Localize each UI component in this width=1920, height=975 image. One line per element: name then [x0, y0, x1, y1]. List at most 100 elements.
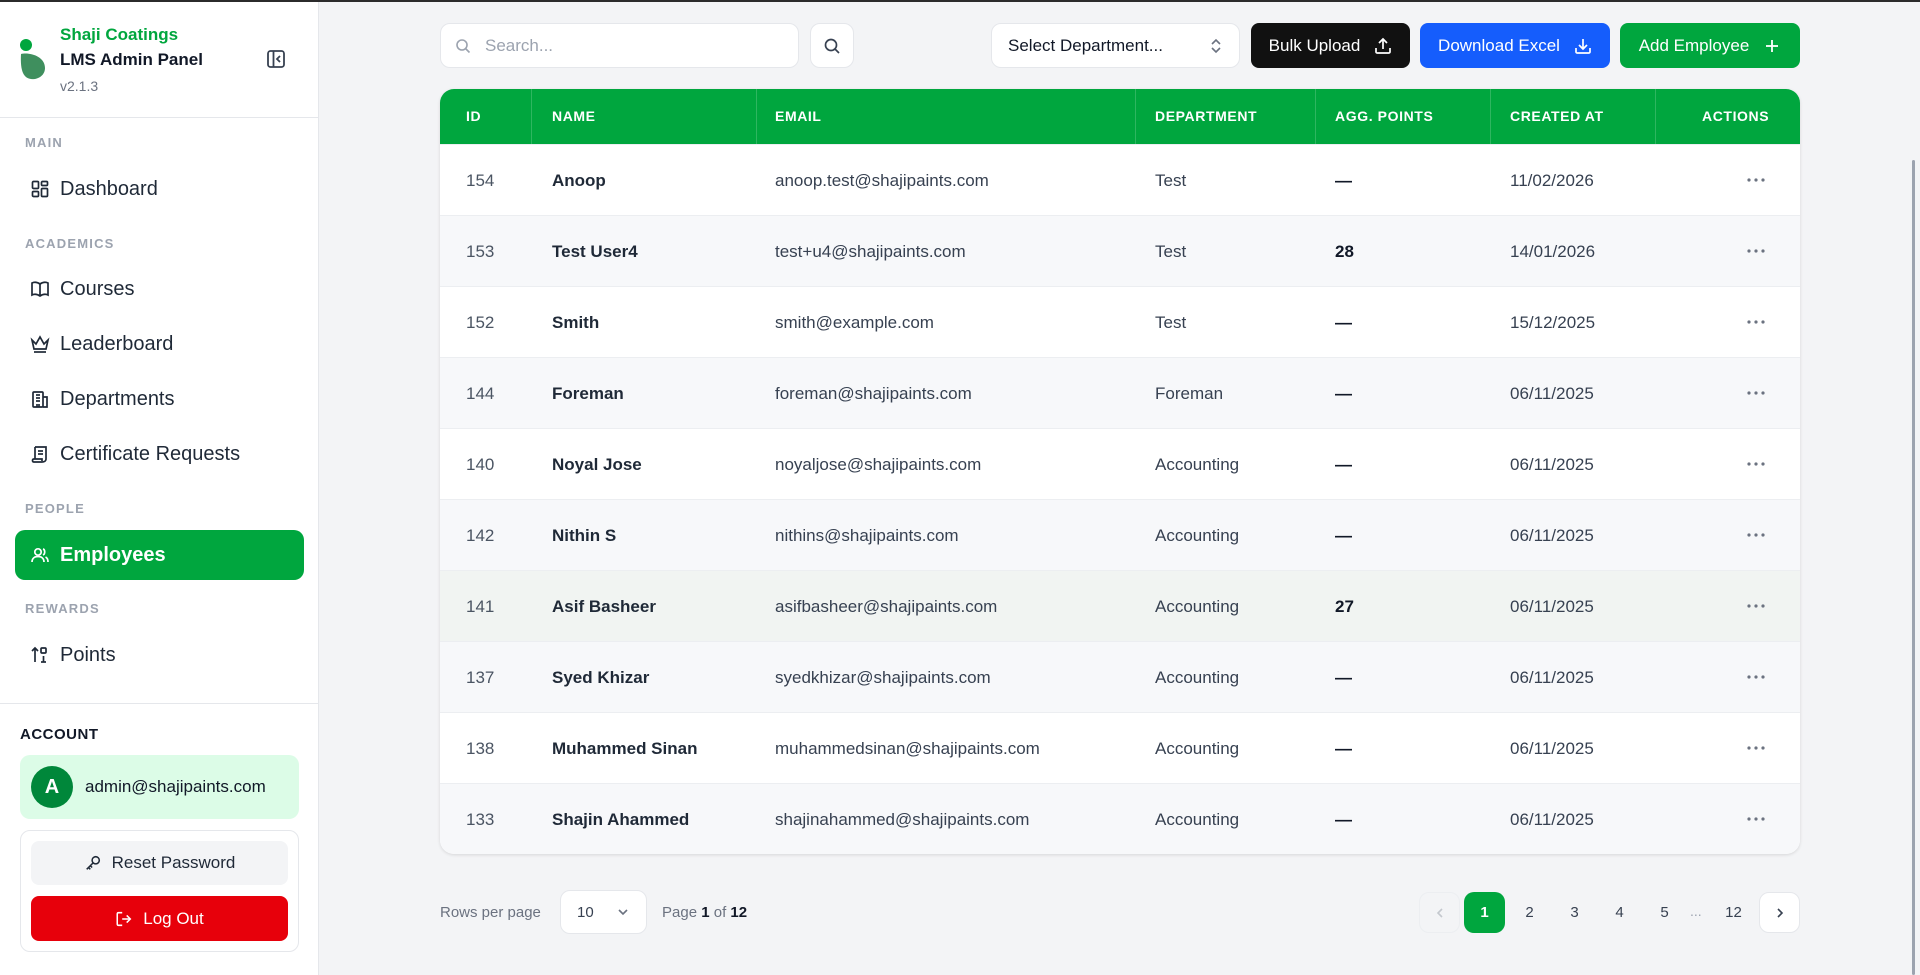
cell-department: Accounting: [1155, 455, 1240, 474]
cell-id: 144: [466, 384, 495, 403]
upload-icon: [1375, 37, 1392, 54]
cell-email: asifbasheer@shajipaints.com: [775, 597, 998, 616]
cell-name: Shajin Ahammed: [552, 810, 690, 829]
dashboard-icon: [31, 180, 49, 198]
column-header-actions: ACTIONS: [1702, 108, 1770, 124]
cell-created-at: 06/11/2025: [1510, 668, 1594, 687]
cell-created-at: 06/11/2025: [1510, 455, 1594, 474]
sidebar-item-certificate-requests[interactable]: Certificate Requests: [15, 429, 304, 479]
sidebar-item-courses[interactable]: Courses: [15, 264, 304, 314]
cell-email: shajinahammed@shajipaints.com: [775, 810, 1030, 829]
column-header-id: ID: [466, 108, 482, 124]
page-button-last[interactable]: 12: [1713, 892, 1754, 933]
cell-id: 152: [466, 313, 495, 332]
search-button[interactable]: [810, 23, 854, 68]
cell-points: 28: [1335, 242, 1354, 261]
next-page-button[interactable]: [1759, 892, 1800, 933]
cell-id: 153: [466, 242, 495, 261]
sidebar-item-employees[interactable]: Employees: [15, 530, 304, 580]
table-row[interactable]: 140 Noyal Jose noyaljose@shajipaints.com Ac…: [440, 428, 1800, 499]
points-icon: [31, 646, 47, 663]
column-header-email: EMAIL: [775, 108, 822, 124]
more-actions-icon[interactable]: [1745, 386, 1767, 400]
column-divider: [531, 89, 532, 144]
cell-points: —: [1335, 455, 1352, 474]
more-actions-icon[interactable]: [1745, 812, 1767, 826]
cell-created-at: 14/01/2026: [1510, 242, 1596, 261]
cell-name: Muhammed Sinan: [552, 739, 698, 758]
table-row[interactable]: 144 Foreman foreman@shajipaints.com Foreman…: [440, 357, 1800, 428]
page-word: Page: [662, 904, 698, 921]
column-divider: [1315, 89, 1316, 144]
sidebar-item-label: Leaderboard: [60, 332, 174, 355]
cell-email: syedkhizar@shajipaints.com: [775, 668, 991, 687]
cell-department: Accounting: [1155, 526, 1240, 545]
more-actions-icon[interactable]: [1745, 599, 1767, 613]
nav-section-people: PEOPLE: [25, 501, 85, 516]
page-button-1[interactable]: 1: [1464, 892, 1505, 933]
of-word: of: [713, 904, 727, 921]
sidebar-item-departments[interactable]: Departments: [15, 374, 304, 424]
account-heading: ACCOUNT: [20, 726, 99, 743]
cell-email: smith@example.com: [775, 313, 934, 332]
logout-button[interactable]: Log Out: [31, 896, 288, 941]
cell-department: Accounting: [1155, 597, 1240, 616]
cell-points: —: [1335, 384, 1352, 403]
column-divider: [1655, 89, 1656, 144]
cell-department: Accounting: [1155, 739, 1240, 758]
sidebar-item-leaderboard[interactable]: Leaderboard: [15, 319, 304, 369]
download-excel-button[interactable]: Download Excel: [1420, 23, 1610, 68]
chevron-down-icon: [618, 909, 628, 916]
sidebar-item-label: Departments: [60, 387, 175, 410]
bulk-upload-button[interactable]: Bulk Upload: [1251, 23, 1410, 68]
brand-header: Shaji Coatings LMS Admin Panel v2.1.3: [0, 0, 318, 118]
table-row[interactable]: 154 Anoop anoop.test@shajipaints.com Test — 1…: [440, 144, 1800, 215]
cell-name: Anoop: [552, 171, 606, 190]
add-employee-button[interactable]: Add Employee: [1620, 23, 1800, 68]
page-scrollbar[interactable]: [1912, 160, 1915, 975]
page-button-2[interactable]: 2: [1509, 892, 1550, 933]
table-row[interactable]: 153 Test User4 test+u4@shajipaints.com Test…: [440, 215, 1800, 286]
account-actions: Reset Password Log Out: [20, 830, 299, 952]
table-row[interactable]: 141 Asif Basheer asifbasheer@shajipaints.c…: [440, 570, 1800, 641]
cell-name: Foreman: [552, 384, 624, 403]
window-top-border: [0, 0, 1920, 2]
cell-id: 133: [466, 810, 495, 829]
add-employee-label: Add Employee: [1638, 35, 1750, 55]
scroll-icon: [31, 446, 47, 463]
nav-section-rewards: REWARDS: [25, 601, 100, 616]
rows-per-page-select[interactable]: 10: [560, 890, 647, 934]
cell-name: Nithin S: [552, 526, 617, 545]
prev-page-button[interactable]: [1419, 892, 1460, 933]
page-button-3[interactable]: 3: [1554, 892, 1595, 933]
table-row[interactable]: 133 Shajin Ahammed shajinahammed@shajipain…: [440, 783, 1800, 854]
cell-created-at: 06/11/2025: [1510, 597, 1594, 616]
users-icon: [31, 547, 49, 563]
search-input[interactable]: [485, 35, 785, 56]
sidebar-item-dashboard[interactable]: Dashboard: [15, 164, 304, 214]
more-actions-icon[interactable]: [1745, 244, 1767, 258]
table-row[interactable]: 138 Muhammed Sinan muhammedsinan@shajipain…: [440, 712, 1800, 783]
more-actions-icon[interactable]: [1745, 457, 1767, 471]
more-actions-icon[interactable]: [1745, 670, 1767, 684]
sidebar-item-points[interactable]: Points: [15, 630, 304, 680]
more-actions-icon[interactable]: [1745, 741, 1767, 755]
table-row[interactable]: 142 Nithin S nithins@shajipaints.com Accoun…: [440, 499, 1800, 570]
more-actions-icon[interactable]: [1745, 315, 1767, 329]
cell-created-at: 11/02/2026: [1510, 171, 1594, 190]
cell-points: —: [1335, 526, 1352, 545]
page-button-4[interactable]: 4: [1599, 892, 1640, 933]
page-button-5[interactable]: 5: [1644, 892, 1685, 933]
reset-password-button[interactable]: Reset Password: [31, 841, 288, 885]
cell-email: anoop.test@shajipaints.com: [775, 171, 989, 190]
table-row[interactable]: 152 Smith smith@example.com Test — 15/12/2025: [440, 286, 1800, 357]
table-row[interactable]: 137 Syed Khizar syedkhizar@shajipaints.com…: [440, 641, 1800, 712]
department-select[interactable]: Select Department...: [991, 23, 1240, 68]
search-box: [440, 23, 799, 68]
cell-name: Smith: [552, 313, 600, 332]
more-actions-icon[interactable]: [1745, 528, 1767, 542]
search-icon: [824, 38, 840, 54]
avatar: A: [31, 766, 73, 808]
collapse-sidebar-icon[interactable]: [266, 49, 286, 69]
more-actions-icon[interactable]: [1745, 173, 1767, 187]
